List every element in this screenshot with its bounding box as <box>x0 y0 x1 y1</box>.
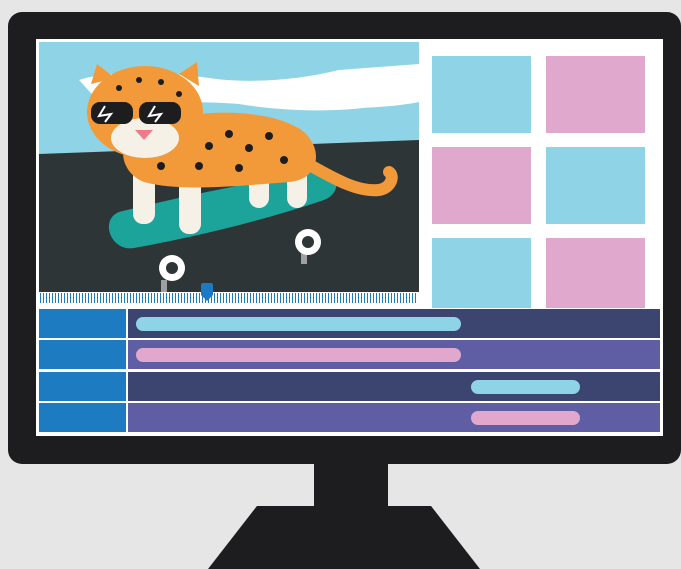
track-lane[interactable] <box>128 309 660 338</box>
track-lane[interactable] <box>128 403 660 432</box>
media-thumbnail[interactable] <box>546 56 645 133</box>
timeline-clip[interactable] <box>471 411 580 425</box>
track-header[interactable] <box>39 403 126 432</box>
timeline-track <box>39 403 660 432</box>
media-thumbnail[interactable] <box>432 56 531 133</box>
media-thumbnail[interactable] <box>546 147 645 224</box>
timeline-clip[interactable] <box>136 317 462 331</box>
timeline-ruler[interactable] <box>40 293 416 303</box>
video-preview[interactable] <box>39 42 419 292</box>
timeline-clip[interactable] <box>471 380 580 394</box>
media-thumbnail-grid <box>432 56 646 308</box>
media-thumbnail[interactable] <box>432 147 531 224</box>
track-header[interactable] <box>39 309 126 338</box>
media-thumbnail[interactable] <box>546 238 645 308</box>
media-thumbnail[interactable] <box>432 238 531 308</box>
timeline-track <box>39 372 660 401</box>
leopard-skateboard-illustration <box>39 42 419 292</box>
timeline-track <box>39 309 660 338</box>
monitor-stand-base <box>208 506 480 569</box>
timeline-clip[interactable] <box>136 348 462 362</box>
track-lane[interactable] <box>128 340 660 369</box>
track-header[interactable] <box>39 372 126 401</box>
timeline-track <box>39 340 660 369</box>
playhead-marker[interactable] <box>201 283 213 301</box>
track-header[interactable] <box>39 340 126 369</box>
track-lane[interactable] <box>128 372 660 401</box>
